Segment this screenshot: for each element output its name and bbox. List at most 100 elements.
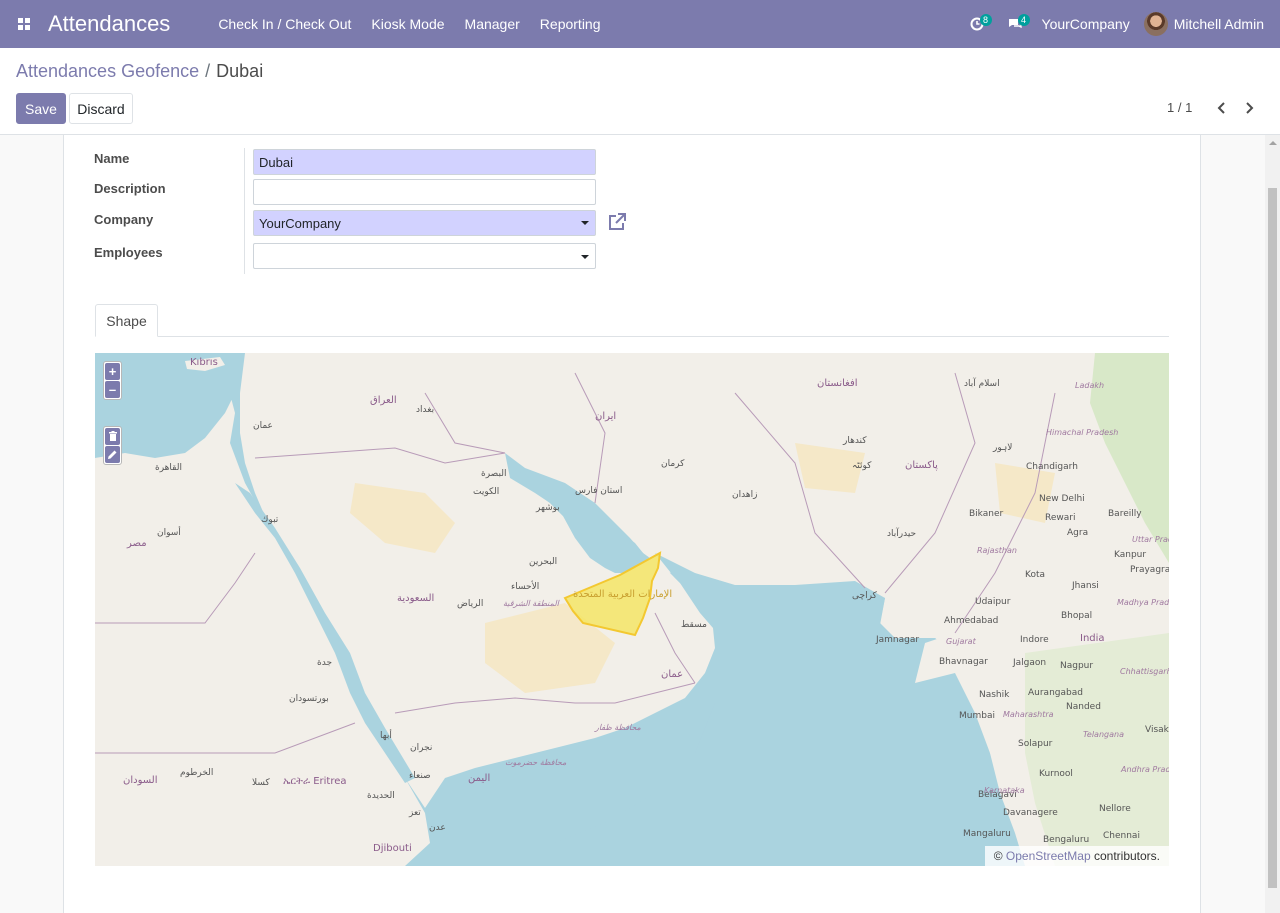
- user-menu[interactable]: Mitchell Admin: [1143, 12, 1280, 36]
- save-button[interactable]: Save: [16, 93, 66, 124]
- zoom-control: + –: [103, 361, 122, 400]
- edit-icon[interactable]: [105, 446, 120, 463]
- map-label: Mangaluru: [963, 829, 1011, 839]
- pager-value[interactable]: 1 / 1: [1167, 100, 1192, 115]
- messaging-menu[interactable]: 4: [996, 0, 1034, 48]
- user-name: Mitchell Admin: [1173, 16, 1264, 32]
- attribution-prefix: ©: [993, 849, 1003, 863]
- map-label: المنطقة الشرقية: [503, 599, 559, 608]
- map-label: Chandigarh: [1026, 462, 1078, 472]
- map-label: Gujarat: [946, 637, 976, 646]
- map-label: Telangana: [1083, 730, 1124, 739]
- message-badge: 4: [1017, 14, 1030, 26]
- systray: 8 4 YourCompany Mitchell Admin: [958, 0, 1280, 48]
- map-label: الرياض: [457, 599, 484, 609]
- menu-reporting[interactable]: Reporting: [530, 16, 611, 32]
- map-label: كسلا: [252, 778, 270, 788]
- map-label: Bhopal: [1061, 611, 1093, 621]
- company-switcher[interactable]: YourCompany: [1034, 16, 1144, 32]
- group-separator: [244, 148, 245, 274]
- map-label: مصر: [127, 538, 147, 549]
- discard-button[interactable]: Discard: [69, 93, 133, 124]
- employees-select[interactable]: [253, 243, 596, 269]
- map-label: Rewari: [1045, 513, 1076, 523]
- employees-label: Employees: [94, 245, 163, 260]
- map-label: Solapur: [1018, 739, 1053, 749]
- map-label: Jalgaon: [1013, 658, 1047, 668]
- scroll-thumb[interactable]: [1268, 188, 1277, 888]
- map-label: Kanpur: [1114, 550, 1147, 560]
- control-panel: Attendances Geofence / Dubai Save Discar…: [0, 48, 1280, 135]
- map-label: القاهرة: [155, 463, 182, 473]
- name-field[interactable]: Dubai: [253, 149, 596, 175]
- map-label: Agra: [1067, 528, 1089, 538]
- map-label: لاہور: [993, 443, 1013, 453]
- map-label: Davanagere: [1003, 808, 1058, 818]
- map-label: Andhra Pradesh: [1121, 765, 1169, 774]
- menu-check-in-out[interactable]: Check In / Check Out: [208, 16, 361, 32]
- map-label: ایران: [595, 411, 617, 422]
- external-link-icon[interactable]: [606, 211, 628, 233]
- map-label: India: [1080, 633, 1105, 644]
- map-label: Chhattisgarh: [1120, 667, 1169, 676]
- map-label: بورتسودان: [289, 694, 329, 704]
- name-label: Name: [94, 151, 130, 166]
- map-label: Madhya Pradesh: [1117, 598, 1169, 607]
- map-label: Prayagraj: [1130, 565, 1169, 575]
- breadcrumb: Attendances Geofence / Dubai: [16, 61, 263, 82]
- activity-menu[interactable]: 8: [958, 0, 996, 48]
- apps-menu-icon[interactable]: [0, 0, 48, 48]
- chevron-down-icon: [581, 255, 589, 259]
- map-label: Kota: [1025, 570, 1046, 580]
- scroll-up-icon[interactable]: [1269, 141, 1277, 145]
- map-label: نجران: [410, 743, 433, 753]
- map-label: Ahmedabad: [944, 616, 999, 626]
- map-label: عدن: [429, 823, 446, 833]
- openstreetmap-link[interactable]: OpenStreetMap: [1006, 849, 1091, 863]
- map-label: New Delhi: [1039, 494, 1085, 504]
- zoom-in-button[interactable]: +: [105, 363, 120, 380]
- map-label: محافظة ظفار: [595, 723, 641, 732]
- top-navbar: Attendances Check In / Check Out Kiosk M…: [0, 0, 1280, 48]
- map-label: تعز: [409, 808, 421, 818]
- notebook-tabs: Shape: [95, 304, 1169, 337]
- map-label: جدة: [317, 658, 333, 668]
- zoom-out-button[interactable]: –: [105, 381, 120, 398]
- map-label: الحديدة: [367, 791, 395, 801]
- map-label: السعودية: [397, 593, 435, 604]
- map-label: عمان: [661, 669, 684, 680]
- app-name[interactable]: Attendances: [48, 11, 170, 37]
- tab-shape[interactable]: Shape: [95, 304, 158, 337]
- map-label: Uttar Pradesh: [1132, 535, 1169, 544]
- map-label: Kurnool: [1039, 769, 1073, 779]
- map-label: Nashik: [979, 690, 1010, 700]
- map-label: عمان: [253, 421, 273, 431]
- map-label: اسلام آباد: [964, 379, 1000, 389]
- pager-next-icon[interactable]: [1241, 100, 1257, 116]
- map-label: کراچی: [852, 591, 877, 601]
- map-label: اليمن: [468, 773, 491, 784]
- map-label: استان فارس: [575, 486, 623, 496]
- map-label: أسوان: [157, 528, 181, 538]
- page-scrollbar[interactable]: [1265, 135, 1280, 913]
- geofence-map[interactable]: Kıbrıs العراق ایران افغانستان پاکستان ال…: [95, 353, 1169, 866]
- company-select[interactable]: YourCompany: [253, 210, 596, 236]
- menu-kiosk-mode[interactable]: Kiosk Mode: [361, 16, 454, 32]
- trash-icon[interactable]: [105, 428, 120, 445]
- map-label: Udaipur: [975, 597, 1011, 607]
- map-label: Mumbai: [959, 711, 995, 721]
- map-label: الكويت: [473, 487, 500, 497]
- breadcrumb-parent[interactable]: Attendances Geofence: [16, 61, 199, 82]
- map-label: العراق: [370, 395, 397, 406]
- description-field[interactable]: [253, 179, 596, 205]
- map-label: أبها: [380, 731, 392, 741]
- avatar: [1143, 12, 1168, 36]
- map-label: Visakh: [1145, 725, 1169, 735]
- pager-previous-icon[interactable]: [1214, 100, 1230, 116]
- map-label: Bengaluru: [1043, 835, 1090, 845]
- breadcrumb-separator: /: [205, 61, 211, 81]
- map-label: حیدرآباد: [887, 529, 917, 539]
- menu-manager[interactable]: Manager: [455, 16, 530, 32]
- map-label: کرمان: [661, 459, 685, 469]
- map-label: کوئٹہ: [852, 461, 872, 471]
